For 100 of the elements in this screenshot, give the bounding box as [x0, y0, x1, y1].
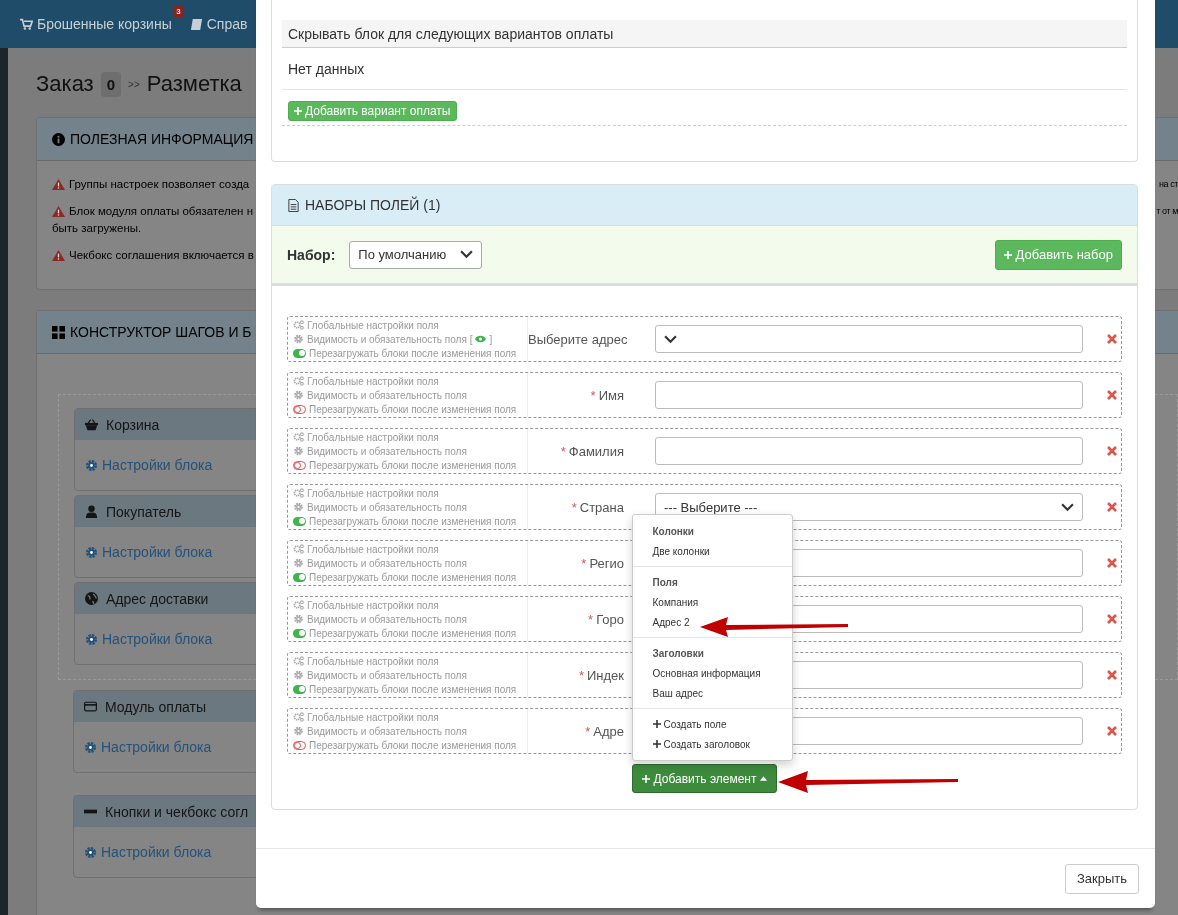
- page-title: Заказ: [36, 71, 94, 97]
- menu-item[interactable]: Адрес 2: [648, 612, 694, 632]
- visibility-link[interactable]: Видимость и обязательность поля: [307, 725, 467, 737]
- gear-icon: [85, 545, 98, 559]
- global-settings-link[interactable]: Глобальные настройки поля: [307, 711, 439, 723]
- menu-header: Колонки: [651, 524, 695, 539]
- visibility-link[interactable]: Видимость и обязательность поля: [307, 445, 467, 457]
- panel-title: ПОЛЕЗНАЯ ИНФОРМАЦИЯ: [70, 131, 254, 147]
- set-label: Набор:: [287, 246, 336, 263]
- menu-item[interactable]: Ваш адрес: [648, 683, 708, 703]
- global-settings-link[interactable]: Глобальные настройки поля: [307, 599, 439, 611]
- add-payment-button[interactable]: Добавить вариант оплаты: [288, 101, 457, 121]
- global-settings-link[interactable]: Глобальные настройки поля: [307, 487, 439, 499]
- field-label: * Адре: [584, 723, 625, 739]
- reload-label: Перезагружать блоки после изменения поля: [309, 571, 517, 583]
- field-label: * Горо: [587, 611, 625, 627]
- nav-link[interactable]: Справ: [189, 16, 248, 32]
- delete-icon[interactable]: [1107, 502, 1117, 512]
- warning-text: Блок модуля оплаты обязателен н: [69, 204, 253, 219]
- gear-icon: [293, 390, 304, 400]
- field-label: * Имя: [589, 387, 625, 403]
- delete-icon[interactable]: [1107, 390, 1117, 400]
- gears-icon: [293, 320, 304, 330]
- visibility-link[interactable]: Видимость и обязательность поля: [307, 557, 467, 569]
- gear-icon: [293, 334, 304, 344]
- global-settings-link[interactable]: Глобальные настройки поля: [307, 431, 439, 443]
- menu-item[interactable]: Компания: [648, 592, 703, 612]
- menu-item[interactable]: Основная информация: [648, 663, 765, 683]
- gears-icon: [293, 712, 304, 722]
- toggle-switch[interactable]: [293, 460, 306, 470]
- input-field[interactable]: [655, 381, 1083, 409]
- delete-icon[interactable]: [1107, 614, 1117, 624]
- global-settings-link[interactable]: Глобальные настройки поля: [307, 319, 439, 331]
- toggle-switch[interactable]: [293, 740, 306, 750]
- delete-icon[interactable]: [1107, 334, 1117, 344]
- global-settings-link[interactable]: Глобальные настройки поля: [307, 543, 439, 555]
- gear-icon: [85, 458, 98, 472]
- gears-icon: [293, 600, 304, 610]
- delete-icon[interactable]: [1107, 446, 1117, 456]
- warning-text: т от м: [1156, 205, 1178, 218]
- gear-icon: [293, 614, 304, 624]
- delete-icon[interactable]: [1107, 558, 1117, 568]
- info-icon: [52, 132, 65, 146]
- toggle-switch[interactable]: [293, 404, 306, 414]
- toggle-switch[interactable]: [293, 572, 306, 582]
- reload-label: Перезагружать блоки после изменения поля: [309, 403, 517, 415]
- field-label: * Регио: [580, 555, 625, 571]
- visibility-link[interactable]: Видимость и обязательность поля: [307, 669, 467, 681]
- gears-icon: [293, 544, 304, 554]
- select-field[interactable]: [655, 325, 1083, 353]
- panel-title: КОНСТРУКТОР ШАГОВ И Б: [70, 324, 252, 340]
- block-title: Покупатель: [106, 503, 182, 520]
- toggle-switch[interactable]: [293, 348, 306, 358]
- visibility-link[interactable]: Видимость и обязательность поля: [307, 501, 467, 513]
- visibility-link[interactable]: Видимость и обязательность поля: [307, 613, 467, 625]
- plus-icon: [641, 774, 650, 783]
- warning-text: Группы настроек позволяет созда: [69, 177, 250, 192]
- reload-label: Перезагружать блоки после изменения поля: [309, 683, 517, 695]
- eye-icon: [475, 334, 487, 344]
- visibility-link[interactable]: Видимость и обязательность поля [: [307, 333, 473, 345]
- block-settings-link[interactable]: Настройки блока: [84, 739, 212, 755]
- gear-icon: [293, 558, 304, 568]
- block-settings-link[interactable]: Настройки блока: [84, 844, 212, 860]
- close-button[interactable]: Закрыть: [1064, 863, 1139, 894]
- table-header: Скрывать блок для следующих вариантов оплаты: [282, 20, 1127, 48]
- warning-text: быть загружены.: [52, 222, 142, 234]
- toggle-switch[interactable]: [293, 684, 306, 694]
- gear-icon: [293, 502, 304, 512]
- set-select[interactable]: По умолчанию: [349, 240, 483, 269]
- add-element-button[interactable]: Добавить элемент: [631, 764, 778, 793]
- menu-item[interactable]: Создать заголовок: [648, 734, 754, 754]
- select-field[interactable]: --- Выберите ---: [655, 493, 1083, 521]
- block-settings-link[interactable]: Настройки блока: [85, 457, 213, 473]
- add-set-button[interactable]: Добавить набор: [994, 239, 1122, 270]
- reload-label: Перезагружать блоки после изменения поля: [309, 347, 517, 359]
- gear-icon: [293, 670, 304, 680]
- global-settings-link[interactable]: Глобальные настройки поля: [307, 655, 439, 667]
- menu-header: Заголовки: [651, 646, 705, 661]
- visibility-link[interactable]: Видимость и обязательность поля: [307, 389, 467, 401]
- menu-item[interactable]: Создать поле: [648, 714, 731, 734]
- global-settings-link[interactable]: Глобальные настройки поля: [307, 375, 439, 387]
- gear-icon: [84, 845, 97, 859]
- menu-item[interactable]: Две колонки: [648, 541, 714, 561]
- grid-icon: [52, 325, 65, 339]
- book-icon: [189, 17, 203, 31]
- reload-label: Перезагружать блоки после изменения поля: [309, 739, 517, 751]
- field-label: * Страна: [570, 499, 625, 515]
- toggle-switch[interactable]: [293, 628, 306, 638]
- block-settings-link[interactable]: Настройки блока: [85, 544, 213, 560]
- delete-icon[interactable]: [1107, 670, 1117, 680]
- page-subtitle: Разметка: [146, 71, 242, 97]
- toggle-switch[interactable]: [293, 516, 306, 526]
- input-field[interactable]: [655, 437, 1083, 465]
- gears-icon: [293, 432, 304, 442]
- chevron-icon: [460, 248, 474, 261]
- gear-icon: [85, 632, 98, 646]
- document-icon: [287, 198, 300, 212]
- plus-icon: [294, 107, 302, 115]
- block-settings-link[interactable]: Настройки блока: [85, 631, 213, 647]
- delete-icon[interactable]: [1107, 726, 1117, 736]
